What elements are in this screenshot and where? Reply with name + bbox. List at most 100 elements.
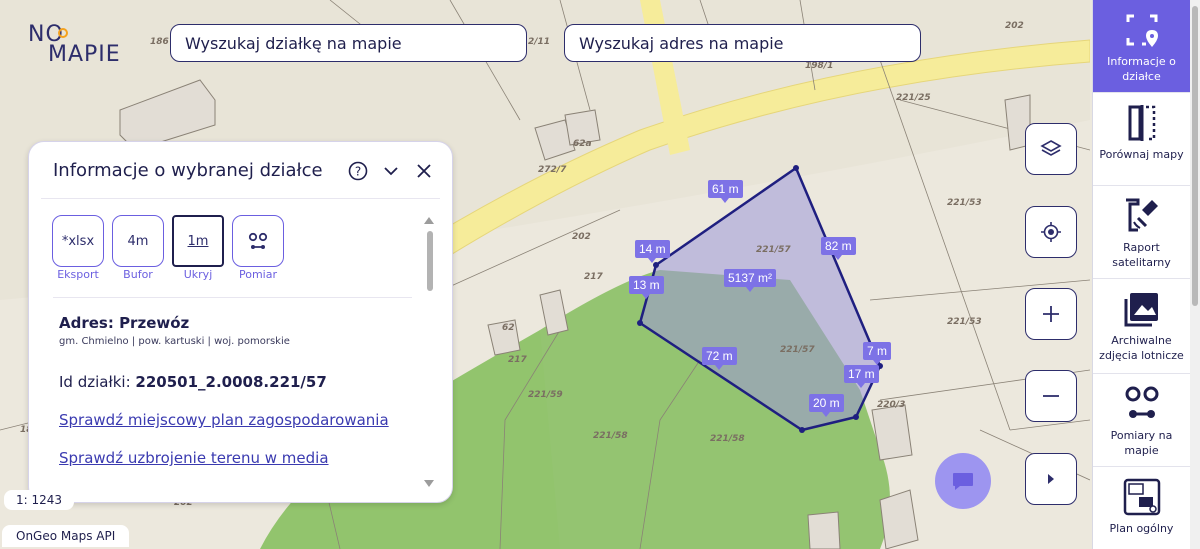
panel-title: Informacje o wybranej działce bbox=[53, 160, 323, 181]
minus-icon bbox=[1043, 395, 1059, 397]
play-icon bbox=[1048, 474, 1054, 484]
svg-text:217: 217 bbox=[584, 272, 604, 282]
sidebar-item-parcel-info[interactable]: Informacje o działce bbox=[1093, 0, 1190, 93]
plot-id: Id działki: 220501_2.0008.221/57 bbox=[59, 373, 327, 391]
logo-line-2: MAPIE bbox=[48, 42, 121, 67]
sidebar-label: Informacje o działce bbox=[1107, 55, 1176, 83]
measure-label: 13 m bbox=[629, 276, 664, 299]
export-label: Eksport bbox=[57, 268, 99, 281]
buffer-label: Bufor bbox=[123, 268, 153, 281]
collapse-chevron-icon[interactable] bbox=[380, 160, 402, 182]
svg-text:217: 217 bbox=[508, 355, 528, 365]
page-scrollbar[interactable] bbox=[1190, 0, 1200, 549]
svg-text:221/58: 221/58 bbox=[710, 434, 745, 444]
address-subtitle: gm. Chmielno | pow. kartuski | woj. pomo… bbox=[59, 336, 290, 347]
scroll-down-icon[interactable] bbox=[424, 480, 434, 487]
close-icon[interactable] bbox=[413, 160, 435, 182]
svg-text:202: 202 bbox=[572, 232, 591, 242]
measure-label: 7 m bbox=[863, 342, 892, 365]
buffer-tool[interactable]: 4m Bufor bbox=[112, 215, 164, 281]
address-title: Adres: Przewóz bbox=[59, 314, 190, 332]
panel-scrollbar[interactable] bbox=[424, 217, 436, 487]
svg-text:2/11: 2/11 bbox=[528, 37, 550, 47]
measure-tool[interactable]: Pomiar bbox=[232, 215, 284, 281]
sidebar-label: Porównaj mapy bbox=[1099, 148, 1184, 161]
hide-value: 1m bbox=[187, 233, 209, 249]
svg-text:221/25: 221/25 bbox=[896, 93, 931, 103]
sidebar-label: Raport satelitarny bbox=[1112, 241, 1171, 269]
measure-label: 14 m bbox=[635, 240, 670, 263]
scroll-thumb[interactable] bbox=[427, 231, 433, 291]
measure-label: Pomiar bbox=[238, 268, 277, 281]
plot-id-label: Id działki: bbox=[59, 373, 131, 391]
panel-divider bbox=[53, 297, 412, 298]
app-logo[interactable]: NO MAPIE bbox=[28, 22, 138, 70]
svg-text:186: 186 bbox=[150, 37, 169, 47]
plot-id-value: 220501_2.0008.221/57 bbox=[135, 373, 327, 391]
svg-text:62: 62 bbox=[502, 323, 515, 333]
svg-text:221/58: 221/58 bbox=[593, 431, 628, 441]
measure-label: 82 m bbox=[821, 237, 856, 260]
plot-search-input[interactable]: Wyszukaj działkę na mapie bbox=[170, 24, 527, 62]
svg-text:272/7: 272/7 bbox=[538, 165, 567, 175]
sidebar-label: Plan ogólny bbox=[1109, 522, 1174, 535]
sidebar-item-compare-maps[interactable]: Porównaj mapy bbox=[1093, 93, 1190, 186]
measurement-icon bbox=[1122, 384, 1162, 424]
parcel-info-icon bbox=[1122, 10, 1162, 50]
measure-label: 17 m bbox=[844, 365, 879, 388]
expand-button[interactable] bbox=[1025, 453, 1077, 505]
general-plan-icon bbox=[1122, 477, 1162, 517]
export-tool[interactable]: *xlsx Eksport bbox=[52, 215, 104, 281]
area-label: 5137 m² bbox=[724, 269, 777, 292]
zoom-out-button[interactable] bbox=[1025, 370, 1077, 422]
hide-button[interactable]: 1m bbox=[172, 215, 224, 267]
utilities-link[interactable]: Sprawdź uzbrojenie terenu w media bbox=[59, 449, 329, 467]
chat-icon bbox=[953, 473, 973, 490]
panel-divider bbox=[41, 198, 440, 199]
layers-icon bbox=[1040, 140, 1062, 156]
zoom-in-button[interactable] bbox=[1025, 288, 1077, 340]
sidebar-item-measurements[interactable]: Pomiary na mapie bbox=[1093, 374, 1190, 467]
svg-text:221/53: 221/53 bbox=[947, 317, 982, 327]
sidebar-item-general-plan[interactable]: Plan ogólny bbox=[1093, 467, 1190, 547]
sidebar-item-archive-photos[interactable]: Archiwalne zdjęcia lotnicze bbox=[1093, 279, 1190, 374]
svg-text:221/57: 221/57 bbox=[780, 345, 815, 355]
svg-text:221/53: 221/53 bbox=[947, 198, 982, 208]
svg-text:62a: 62a bbox=[573, 139, 592, 149]
locate-button[interactable] bbox=[1025, 206, 1077, 258]
measure-button[interactable] bbox=[232, 215, 284, 267]
sidebar-label: Pomiary na mapie bbox=[1110, 429, 1173, 457]
svg-text:221/57: 221/57 bbox=[756, 245, 791, 255]
sidebar-label: Archiwalne zdjęcia lotnicze bbox=[1099, 334, 1184, 362]
export-button[interactable]: *xlsx bbox=[52, 215, 104, 267]
scroll-up-icon[interactable] bbox=[424, 217, 434, 224]
svg-text:220/3: 220/3 bbox=[877, 400, 905, 410]
parcel-info-panel: Informacje o wybranej działce ? *xlsx Ek… bbox=[28, 141, 453, 503]
tools-sidebar: Informacje o działce Porównaj mapy Rapor… bbox=[1092, 0, 1190, 549]
logo-pin-icon bbox=[58, 28, 68, 38]
help-icon[interactable]: ? bbox=[347, 160, 369, 182]
hide-label: Ukryj bbox=[183, 268, 213, 281]
attribution[interactable]: OnGeo Maps API bbox=[2, 525, 130, 547]
compare-maps-icon bbox=[1122, 103, 1162, 143]
map-scale: 1: 1243 bbox=[4, 490, 75, 510]
zoning-plan-link[interactable]: Sprawdź miejscowy plan zagospodarowania bbox=[59, 411, 389, 429]
hide-tool[interactable]: 1m Ukryj bbox=[172, 215, 224, 281]
measure-label: 20 m bbox=[809, 394, 844, 417]
chat-button[interactable] bbox=[935, 453, 991, 509]
svg-text:202: 202 bbox=[1005, 21, 1024, 31]
plus-icon bbox=[1043, 306, 1059, 322]
sidebar-item-satellite-report[interactable]: Raport satelitarny bbox=[1093, 186, 1190, 279]
layers-button[interactable] bbox=[1025, 123, 1077, 175]
svg-text:221/59: 221/59 bbox=[528, 390, 563, 400]
locate-icon bbox=[1041, 222, 1061, 242]
archive-photos-icon bbox=[1122, 289, 1162, 329]
svg-text:?: ? bbox=[355, 165, 361, 179]
address-search-input[interactable]: Wyszukaj adres na mapie bbox=[564, 24, 921, 62]
buffer-button[interactable]: 4m bbox=[112, 215, 164, 267]
svg-text:198/1: 198/1 bbox=[805, 61, 833, 71]
measure-label: 61 m bbox=[708, 180, 743, 203]
page-scroll-thumb[interactable] bbox=[1192, 6, 1198, 306]
satellite-icon bbox=[1122, 196, 1162, 236]
measure-pins-icon bbox=[248, 232, 268, 249]
